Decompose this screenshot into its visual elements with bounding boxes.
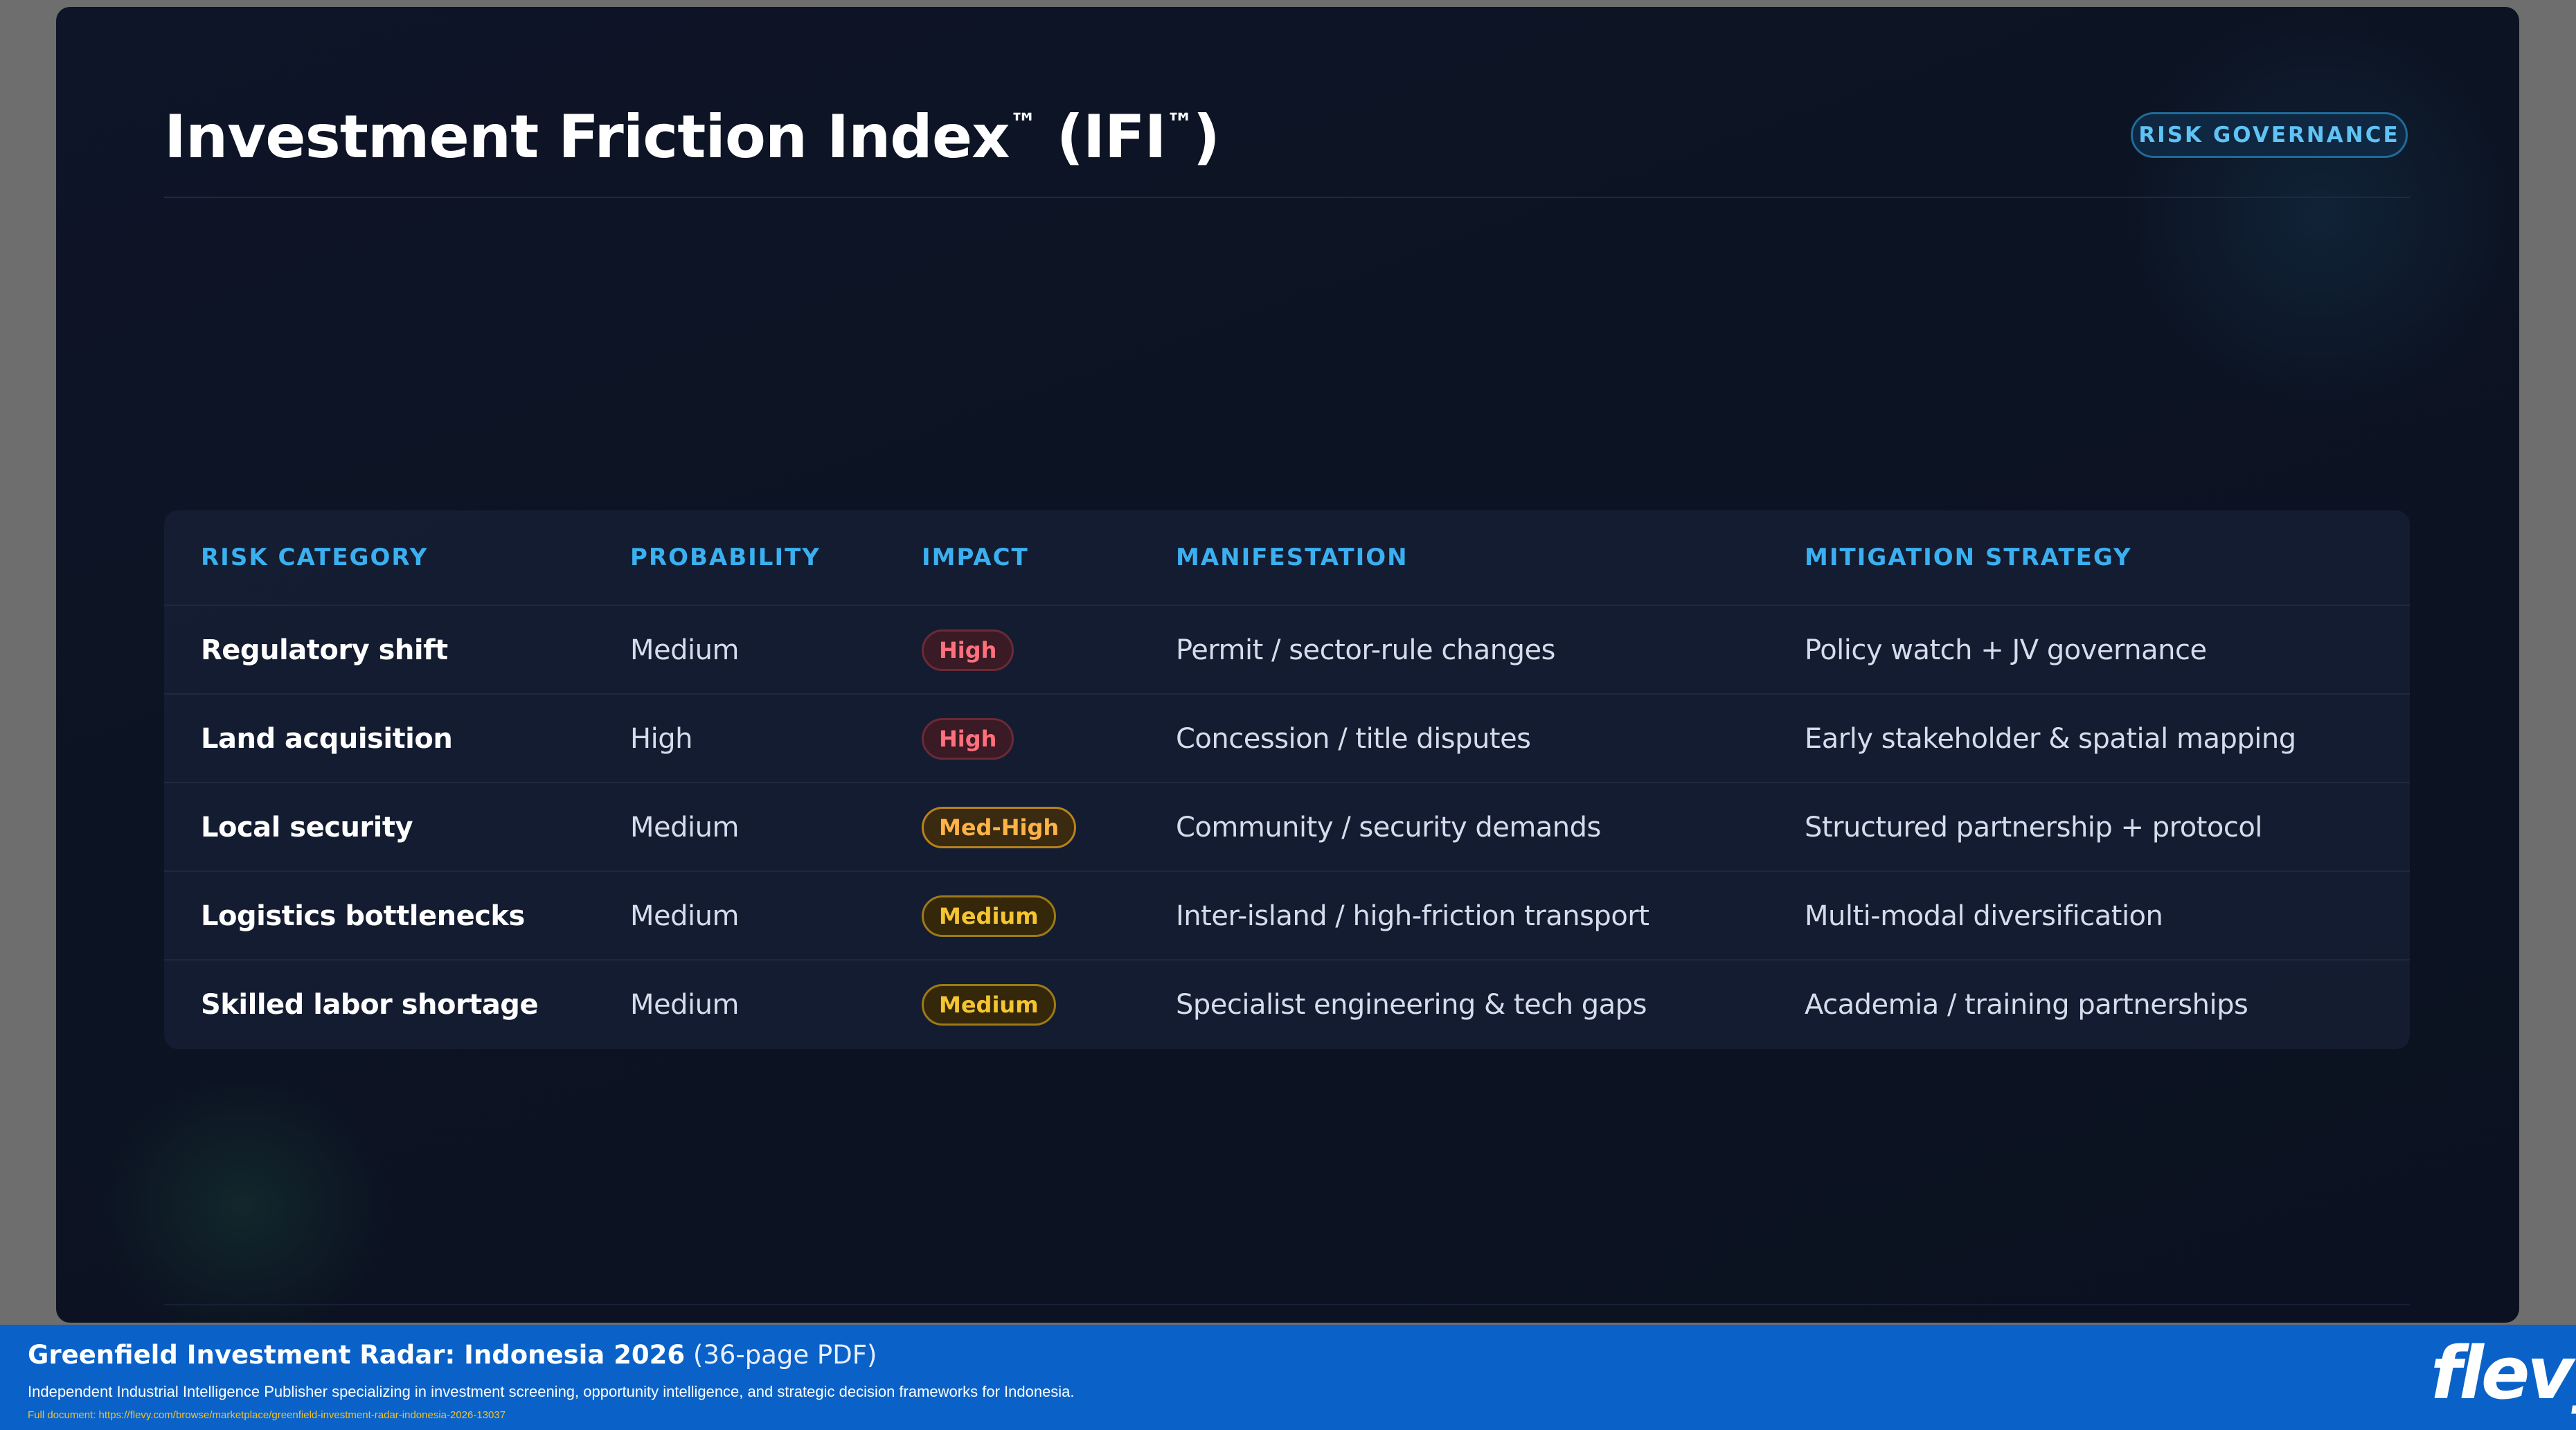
- risk-table: RISK CATEGORY PROBABILITY IMPACT MANIFES…: [164, 510, 2410, 1049]
- table-row: Skilled labor shortage Medium Medium Spe…: [164, 959, 2410, 1049]
- impact-pill: Med-High: [922, 807, 1077, 848]
- risk-category-cell: Regulatory shift: [201, 634, 448, 666]
- probability-cell: Medium: [630, 900, 739, 932]
- risk-category-cell: Skilled labor shortage: [201, 989, 539, 1021]
- footer-page-count: (36-page PDF): [692, 1340, 877, 1370]
- impact-cell: High: [922, 606, 1014, 695]
- footer-description: Independent Industrial Intelligence Publ…: [28, 1383, 1075, 1400]
- document-footer-banner: Greenfield Investment Radar: Indonesia 2…: [0, 1325, 2576, 1430]
- mitigation-cell: Early stakeholder & spatial mapping: [1805, 723, 2296, 755]
- mitigation-cell: Multi-modal diversification: [1805, 900, 2163, 932]
- risk-category-cell: Land acquisition: [201, 723, 453, 755]
- table-header-row: RISK CATEGORY PROBABILITY IMPACT MANIFES…: [164, 510, 2410, 605]
- header-impact: IMPACT: [922, 544, 1029, 571]
- impact-cell: High: [922, 695, 1014, 783]
- footer-document-title: Greenfield Investment Radar: Indonesia 2…: [28, 1340, 686, 1370]
- header-mitigation-strategy: MITIGATION STRATEGY: [1805, 544, 2132, 571]
- impact-cell: Med-High: [922, 783, 1077, 872]
- risk-governance-badge: RISK GOVERNANCE: [2131, 112, 2408, 158]
- mitigation-cell: Structured partnership + protocol: [1805, 812, 2262, 843]
- trademark-mark-abbrev: ™: [1165, 108, 1194, 140]
- header-probability: PROBABILITY: [630, 544, 821, 571]
- probability-cell: Medium: [630, 989, 739, 1021]
- table-row: Logistics bottlenecks Medium Medium Inte…: [164, 870, 2410, 960]
- manifestation-cell: Inter-island / high-friction transport: [1176, 900, 1649, 932]
- manifestation-cell: Specialist engineering & tech gaps: [1176, 989, 1647, 1021]
- risk-category-cell: Logistics bottlenecks: [201, 900, 525, 932]
- table-row: Land acquisition High High Concession / …: [164, 693, 2410, 783]
- impact-pill: High: [922, 629, 1014, 671]
- impact-cell: Medium: [922, 872, 1056, 960]
- title-divider: [164, 197, 2410, 198]
- bottom-divider: [164, 1304, 2410, 1305]
- table-row: Regulatory shift Medium High Permit / se…: [164, 605, 2410, 695]
- flevy-logo[interactable]: flevy: [2431, 1337, 2576, 1409]
- manifestation-cell: Permit / sector-rule changes: [1176, 634, 1555, 666]
- impact-cell: Medium: [922, 960, 1056, 1049]
- title-paren-close: ): [1192, 102, 1220, 172]
- table-row: Local security Medium Med-High Community…: [164, 782, 2410, 872]
- probability-cell: High: [630, 723, 692, 755]
- title-text: Investment Friction Index: [164, 102, 1010, 172]
- manifestation-cell: Concession / title disputes: [1176, 723, 1531, 755]
- slide: Investment Friction Index™ (IFI™) RISK G…: [56, 7, 2519, 1323]
- probability-cell: Medium: [630, 812, 739, 843]
- probability-cell: Medium: [630, 634, 739, 666]
- impact-pill: High: [922, 718, 1014, 760]
- footer-title: Greenfield Investment Radar: Indonesia 2…: [28, 1340, 877, 1370]
- footer-document-link[interactable]: Full document: https://flevy.com/browse/…: [28, 1409, 506, 1421]
- impact-pill: Medium: [922, 984, 1056, 1026]
- impact-pill: Medium: [922, 895, 1056, 937]
- mitigation-cell: Policy watch + JV governance: [1805, 634, 2207, 666]
- header-risk-category: RISK CATEGORY: [201, 544, 429, 571]
- trademark-mark: ™: [1009, 108, 1037, 140]
- title-abbrev: (IFI: [1056, 102, 1167, 172]
- slide-title: Investment Friction Index™ (IFI™): [164, 102, 1220, 172]
- manifestation-cell: Community / security demands: [1176, 812, 1601, 843]
- mitigation-cell: Academia / training partnerships: [1805, 989, 2248, 1021]
- header-manifestation: MANIFESTATION: [1176, 544, 1408, 571]
- risk-category-cell: Local security: [201, 812, 413, 843]
